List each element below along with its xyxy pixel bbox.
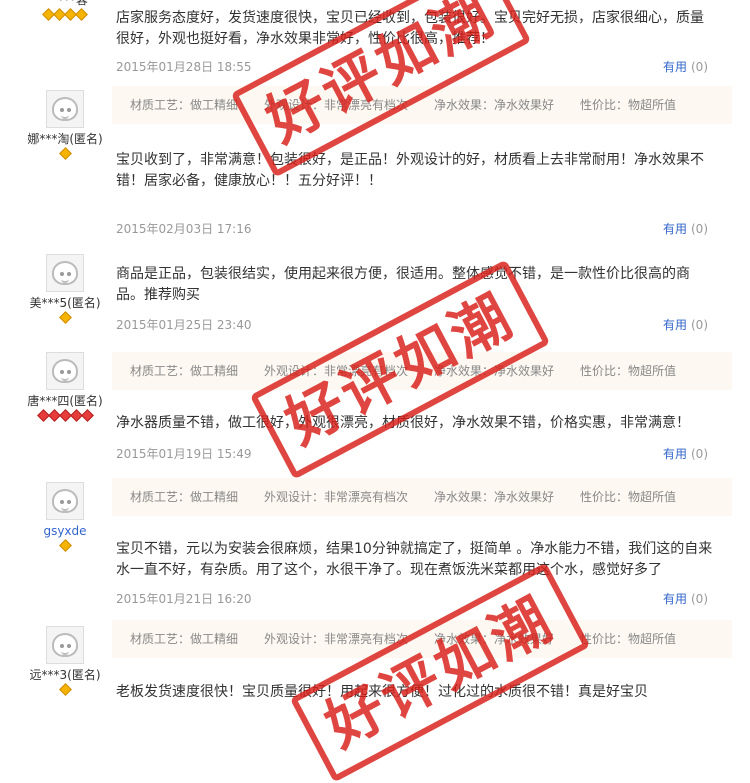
- useful-count: (0): [691, 60, 708, 74]
- user-name[interactable]: 远***3(匿名): [20, 667, 110, 683]
- useful-button[interactable]: 有用 (0): [663, 316, 708, 333]
- diamond-rank-icon: [20, 539, 110, 552]
- tag: 材质工艺：做工精细: [130, 490, 239, 504]
- user-name[interactable]: 娜***淘(匿名): [20, 131, 110, 147]
- tag-bar: 材质工艺：做工精细 外观设计：非常漂亮有档次 净水效果：净水效果好 性价比：物超所值: [112, 478, 732, 516]
- user-name[interactable]: 唐***四(匿名): [20, 393, 110, 409]
- useful-label[interactable]: 有用: [663, 60, 687, 74]
- tag: 材质工艺：做工精细: [130, 632, 239, 646]
- diamond-rank-icon: [20, 8, 110, 21]
- diamond-rank-icon: [20, 311, 110, 324]
- review-date: 2015年01月21日 16:20: [116, 592, 252, 606]
- user-name[interactable]: gsyxde: [20, 523, 110, 539]
- diamond-rank-icon: [20, 683, 110, 696]
- watermark-stamp: 好评如潮: [289, 562, 591, 783]
- useful-button[interactable]: 有用 (0): [663, 220, 708, 237]
- review-date: 2015年02月03日 17:16: [116, 222, 252, 236]
- default-avatar-icon[interactable]: [46, 90, 84, 128]
- useful-count: (0): [691, 447, 708, 461]
- useful-count: (0): [691, 592, 708, 606]
- diamond-rank-icon: [20, 147, 110, 160]
- useful-count: (0): [691, 222, 708, 236]
- review-date: 2015年01月28日 18:55: [116, 60, 252, 74]
- tag: 性价比：物超所值: [580, 364, 677, 378]
- reviewer: 美***5(匿名): [20, 254, 110, 324]
- useful-button[interactable]: 有用 (0): [663, 58, 708, 75]
- review-date: 2015年01月19日 15:49: [116, 447, 252, 461]
- review-content: 宝贝不错，元以为安装会很麻烦，结果10分钟就搞定了，挺简单 。净水能力不错，我们…: [116, 541, 713, 578]
- useful-label[interactable]: 有用: [663, 222, 687, 236]
- review-content: 商品是正品，包装很结实，使用起来很方便，很适用。整体感觉不错，是一款性价比很高的…: [116, 266, 690, 303]
- tag: 材质工艺：做工精细: [130, 98, 239, 112]
- useful-label[interactable]: 有用: [663, 592, 687, 606]
- tag: 净水效果：净水效果好: [434, 490, 555, 504]
- reviewer: 唐***四(匿名): [20, 352, 110, 422]
- tag: 性价比：物超所值: [580, 490, 677, 504]
- useful-button[interactable]: 有用 (0): [663, 590, 708, 607]
- reviewer: gsyxde: [20, 482, 110, 552]
- reviewer: 娜***淘(匿名): [20, 90, 110, 160]
- review-content: 宝贝收到了，非常满意！包装很好，是正品！外观设计的好，材质看上去非常耐用！净水效…: [116, 152, 704, 189]
- review-content: 净水器质量不错，做工很好，外观很漂亮，材质很好，净水效果不错，价格实惠，非常满意…: [116, 415, 690, 431]
- user-name[interactable]: 美***5(匿名): [20, 295, 110, 311]
- user-name: 一 ***蓉: [42, 0, 88, 7]
- useful-count: (0): [691, 318, 708, 332]
- default-avatar-icon[interactable]: [46, 352, 84, 390]
- user-fragment: 一 ***蓉: [20, 0, 110, 22]
- tag: 净水效果：净水效果好: [434, 98, 555, 112]
- tag: 材质工艺：做工精细: [130, 364, 239, 378]
- useful-label[interactable]: 有用: [663, 318, 687, 332]
- default-avatar-icon[interactable]: [46, 254, 84, 292]
- useful-button[interactable]: 有用 (0): [663, 445, 708, 462]
- reviewer: 远***3(匿名): [20, 626, 110, 696]
- tag: 外观设计：非常漂亮有档次: [264, 490, 409, 504]
- diamond-rank-icon: [20, 409, 110, 422]
- tag: 性价比：物超所值: [580, 632, 677, 646]
- default-avatar-icon[interactable]: [46, 626, 84, 664]
- review-date: 2015年01月25日 23:40: [116, 318, 252, 332]
- default-avatar-icon[interactable]: [46, 482, 84, 520]
- useful-label[interactable]: 有用: [663, 447, 687, 461]
- tag: 性价比：物超所值: [580, 98, 677, 112]
